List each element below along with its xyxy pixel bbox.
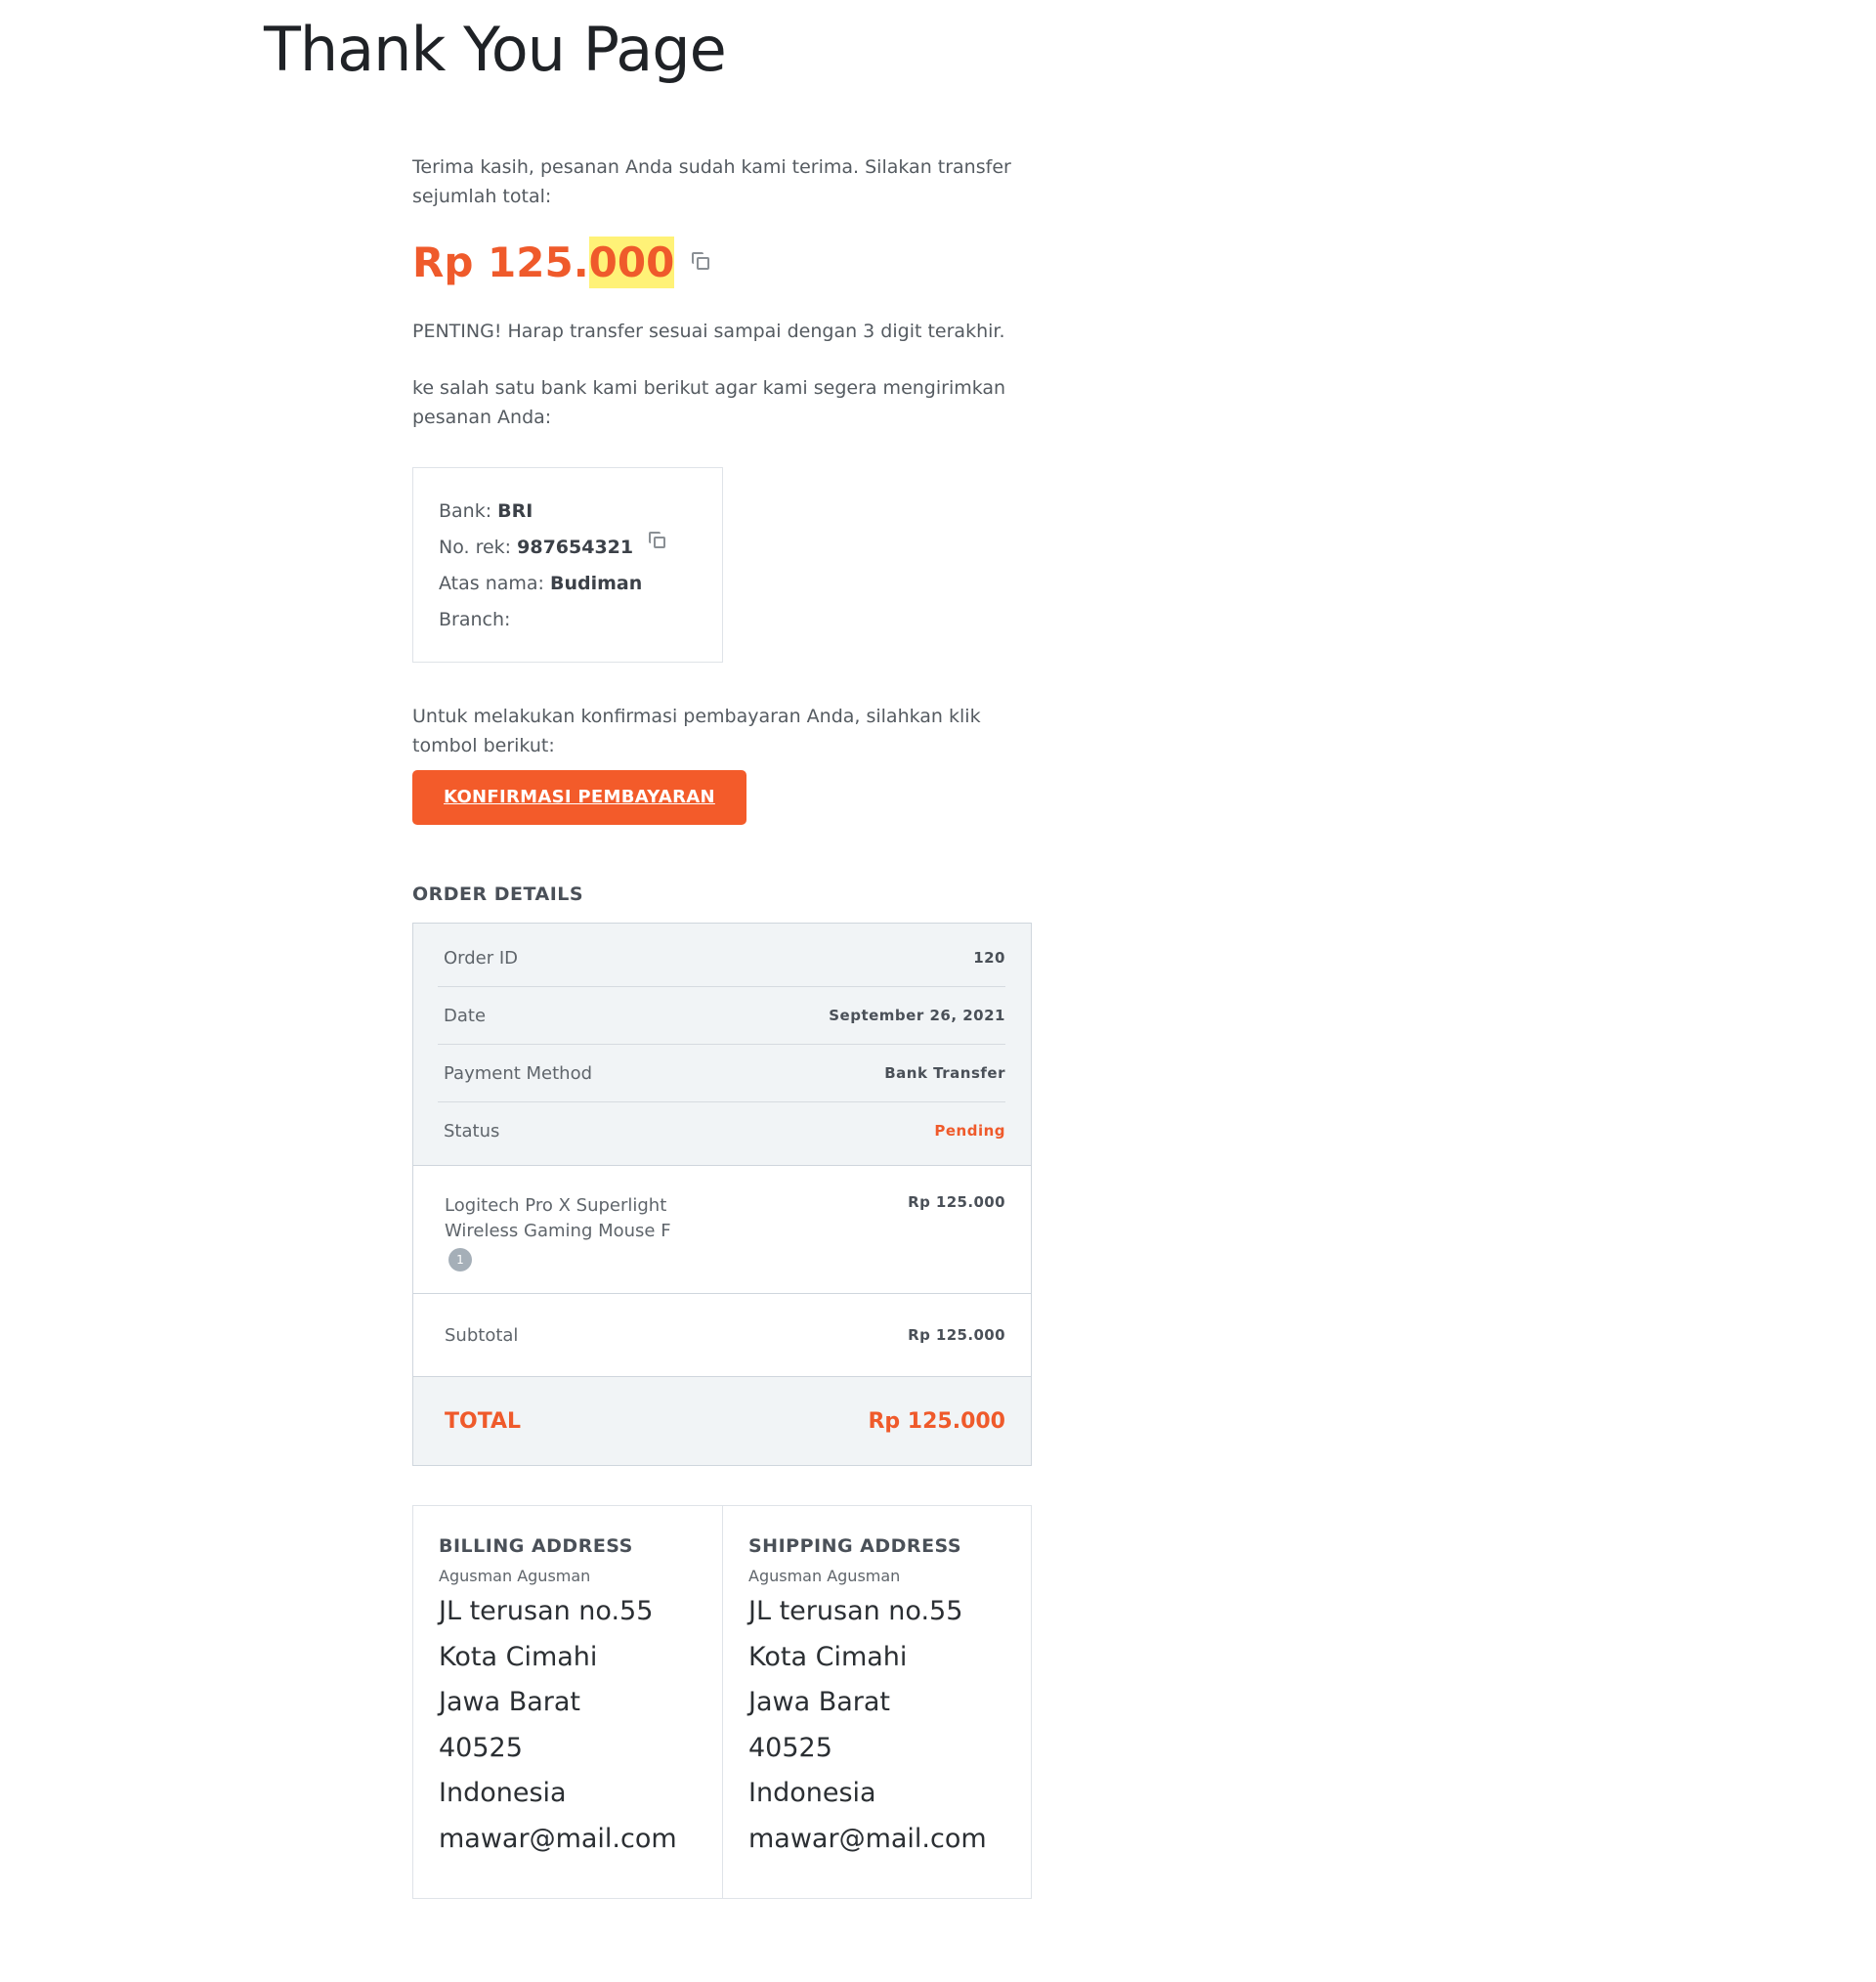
billing-email: mawar@mail.com	[439, 1823, 677, 1854]
shipping-city: Kota Cimahi	[748, 1641, 908, 1672]
holder-value: Budiman	[549, 573, 643, 594]
order-id-row: Order ID 120	[438, 929, 1005, 987]
shipping-street: JL terusan no.55	[748, 1596, 963, 1626]
order-id-label: Order ID	[444, 947, 519, 969]
subtotal-value: Rp 125.000	[908, 1326, 1005, 1344]
item-quantity-badge: 1	[448, 1248, 472, 1271]
bank-account-card: Bank: BRI No. rek: 987654321 Atas nama: …	[412, 467, 723, 663]
account-holder-row: Atas nama: Budiman	[439, 566, 697, 602]
order-details-heading: ORDER DETAILS	[412, 883, 584, 905]
payment-method-label: Payment Method	[444, 1062, 593, 1084]
order-id-value: 120	[973, 949, 1005, 967]
confirm-text: Untuk melakukan konfirmasi pembayaran An…	[412, 706, 981, 756]
billing-province: Jawa Barat	[439, 1687, 581, 1717]
amount-prefix: Rp 125.	[412, 237, 589, 286]
addresses: BILLING ADDRESS Agusman Agusman JL terus…	[412, 1505, 1032, 1899]
date-row: Date September 26, 2021	[438, 987, 1005, 1045]
page-title: Thank You Page	[264, 14, 727, 85]
billing-heading: BILLING ADDRESS	[439, 1535, 633, 1557]
account-label: No. rek:	[439, 537, 512, 558]
total-row: TOTAL Rp 125.000	[413, 1376, 1031, 1465]
subtotal-row: Subtotal Rp 125.000	[413, 1293, 1031, 1376]
bank-value: BRI	[497, 500, 533, 522]
date-value: September 26, 2021	[829, 1007, 1005, 1024]
confirm-payment-button[interactable]: KONFIRMASI PEMBAYARAN	[412, 770, 746, 825]
holder-label: Atas nama:	[439, 573, 544, 594]
bank-name-row: Bank: BRI	[439, 494, 697, 530]
total-value: Rp 125.000	[868, 1408, 1005, 1434]
copy-account-icon[interactable]	[649, 532, 666, 549]
copy-amount-icon[interactable]	[692, 252, 711, 272]
shipping-email: mawar@mail.com	[748, 1823, 987, 1854]
bank-label: Bank:	[439, 500, 492, 522]
order-details-table: Order ID 120 Date September 26, 2021 Pay…	[412, 923, 1032, 1466]
item-name-text: Logitech Pro X Superlight Wireless Gamin…	[445, 1195, 671, 1241]
amount-unique-digits: 000	[588, 236, 675, 288]
billing-city: Kota Cimahi	[439, 1641, 598, 1672]
billing-street: JL terusan no.55	[439, 1596, 654, 1626]
date-label: Date	[444, 1005, 487, 1026]
shipping-address: SHIPPING ADDRESS Agusman Agusman JL teru…	[722, 1506, 1031, 1898]
shipping-country: Indonesia	[748, 1778, 876, 1808]
shipping-postcode: 40525	[748, 1732, 832, 1763]
subtotal-label: Subtotal	[445, 1324, 519, 1346]
intro-text: Terima kasih, pesanan Anda sudah kami te…	[412, 156, 1011, 207]
order-info-section: Order ID 120 Date September 26, 2021 Pay…	[413, 924, 1031, 1165]
billing-name: Agusman Agusman	[439, 1567, 591, 1585]
item-price: Rp 125.000	[908, 1193, 1005, 1211]
payment-method-row: Payment Method Bank Transfer	[438, 1045, 1005, 1102]
total-amount: Rp 125. 000	[412, 233, 1038, 291]
branch-label: Branch:	[439, 609, 511, 630]
order-item-row: Logitech Pro X Superlight Wireless Gamin…	[413, 1165, 1031, 1293]
status-row: Status Pending	[438, 1102, 1005, 1159]
important-note: PENTING! Harap transfer sesuai sampai de…	[412, 321, 1005, 342]
shipping-heading: SHIPPING ADDRESS	[748, 1535, 962, 1557]
account-number-row: No. rek: 987654321	[439, 530, 697, 566]
shipping-province: Jawa Barat	[748, 1687, 891, 1717]
billing-postcode: 40525	[439, 1732, 523, 1763]
shipping-name: Agusman Agusman	[748, 1567, 901, 1585]
status-badge: Pending	[934, 1122, 1005, 1140]
payment-method-value: Bank Transfer	[884, 1064, 1005, 1082]
total-label: TOTAL	[445, 1408, 522, 1434]
thank-you-content: Terima kasih, pesanan Anda sudah kami te…	[412, 152, 1038, 1899]
bank-intro-text: ke salah satu bank kami berikut agar kam…	[412, 377, 1006, 428]
item-name: Logitech Pro X Superlight Wireless Gamin…	[445, 1193, 689, 1271]
status-label: Status	[444, 1120, 500, 1142]
billing-country: Indonesia	[439, 1778, 567, 1808]
billing-address: BILLING ADDRESS Agusman Agusman JL terus…	[413, 1506, 722, 1898]
branch-row: Branch:	[439, 602, 697, 638]
account-value: 987654321	[517, 537, 634, 558]
